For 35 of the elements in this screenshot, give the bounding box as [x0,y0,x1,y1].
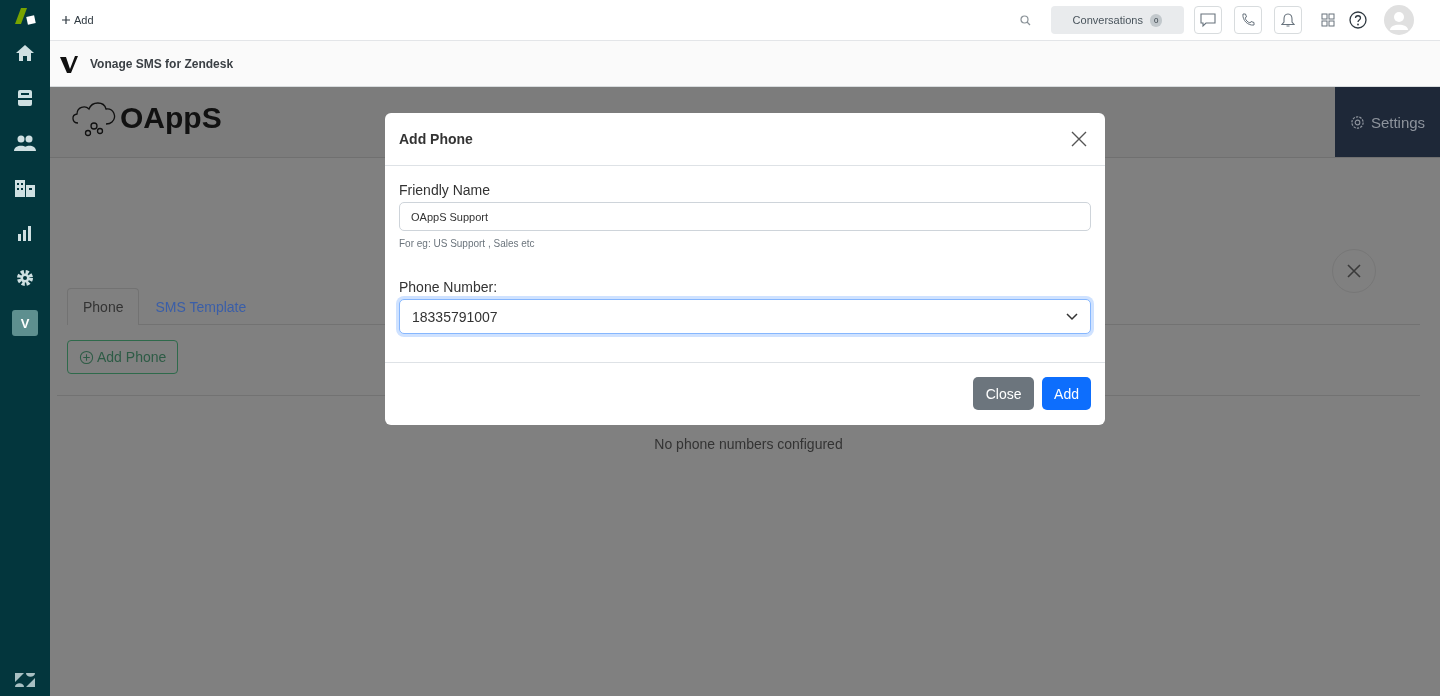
dialog-title: Add Phone [399,131,473,147]
plus-circle-icon [79,349,94,365]
count-badge: 0 [1149,13,1163,27]
brand-name: OAppS [120,101,222,135]
phone-icon[interactable] [1234,6,1262,34]
help-icon[interactable] [1349,11,1367,29]
plus-icon [62,16,70,24]
grid-icon[interactable] [1321,13,1335,27]
app-title: Vonage SMS for Zendesk [90,56,234,71]
bell-icon[interactable] [1274,6,1302,34]
chevron-down-icon [1066,312,1078,321]
bar-chart-icon [17,225,33,241]
gear-icon [1349,114,1365,130]
field-label: Phone Number: [399,279,499,295]
settings-icon [16,269,34,287]
close-icon [1346,263,1362,279]
tab[interactable]: Phone [67,288,140,325]
building-icon [14,179,36,197]
phone-number-dropdown[interactable]: 18335791007 [399,299,1091,334]
users-icon [14,135,36,151]
add-button[interactable]: Add [60,12,96,28]
add-button[interactable]: Add [1042,377,1091,410]
logo-icon[interactable] [14,672,36,688]
app-tab[interactable]: V [12,310,38,336]
input-field[interactable]: OAppS Support [399,202,1091,231]
field-label: Friendly Name [399,182,492,198]
help-text: For eg: US Support , Sales etc [399,238,536,249]
logo-icon[interactable] [13,6,37,26]
settings-button[interactable]: Settings [1335,87,1440,157]
empty-message: No phone numbers configured [654,436,843,452]
close-button[interactable]: Close [973,377,1035,410]
conversations-button[interactable]: Conversations 0 [1051,6,1184,34]
inbox-icon [16,89,34,107]
search-icon[interactable] [1020,14,1031,26]
home-icon [15,44,35,62]
